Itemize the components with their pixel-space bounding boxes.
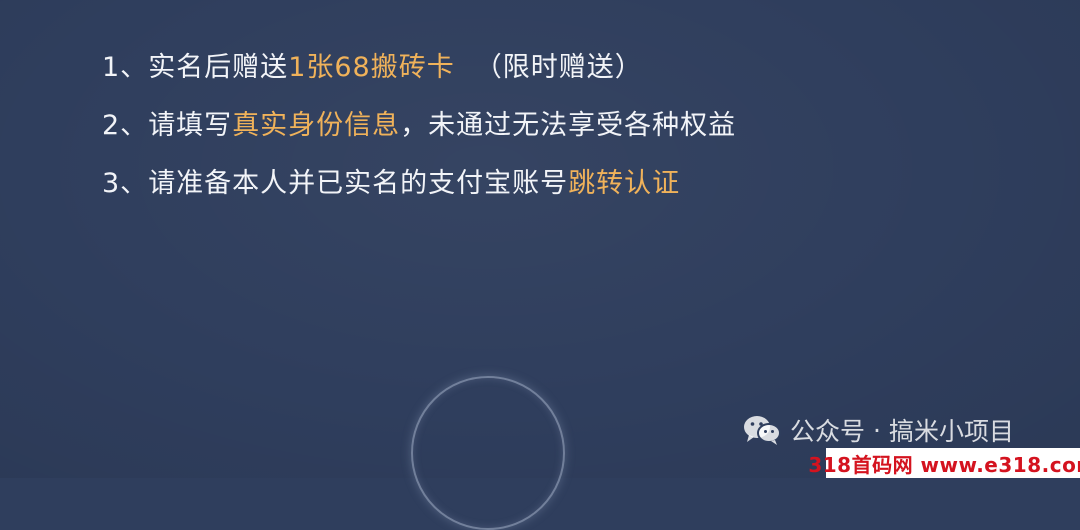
rule-highlight: 真实身份信息 <box>232 110 401 141</box>
loading-ring <box>411 376 565 530</box>
rule-item-3: 3、请准备本人并已实名的支付宝账号跳转认证 <box>102 162 962 220</box>
rule-highlight: 1张68搬砖卡 <box>288 52 455 83</box>
watermark-separator: · <box>873 415 881 445</box>
wechat-icon <box>742 413 782 447</box>
site-badge-text: 318首码网 www.e318.com <box>808 452 1080 477</box>
rule-number: 3、 <box>102 168 149 199</box>
rule-number: 2、 <box>102 110 149 141</box>
rule-text: 请填写 <box>148 110 233 141</box>
rule-text-tail: ，未通过无法享受各种权益 <box>400 110 737 141</box>
watermark-account: 搞米小项目 <box>888 417 1014 446</box>
rules-list: 1、实名后赠送1张68搬砖卡 （限时赠送） 2、请填写真实身份信息，未通过无法享受… <box>102 46 962 220</box>
rule-note: （限时赠送） <box>474 52 643 83</box>
rule-text: 实名后赠送 <box>148 52 289 83</box>
rule-item-1: 1、实名后赠送1张68搬砖卡 （限时赠送） <box>102 46 962 104</box>
rule-highlight: 跳转认证 <box>568 168 681 199</box>
site-watermark-badge: 318首码网 www.e318.com <box>808 448 1080 478</box>
wechat-watermark: 公众号 · 搞米小项目 <box>742 408 1014 452</box>
watermark-prefix: 公众号 <box>790 417 866 446</box>
rule-number: 1、 <box>102 52 149 83</box>
rule-text: 请准备本人并已实名的支付宝账号 <box>148 168 569 199</box>
rule-item-2: 2、请填写真实身份信息，未通过无法享受各种权益 <box>102 104 962 162</box>
